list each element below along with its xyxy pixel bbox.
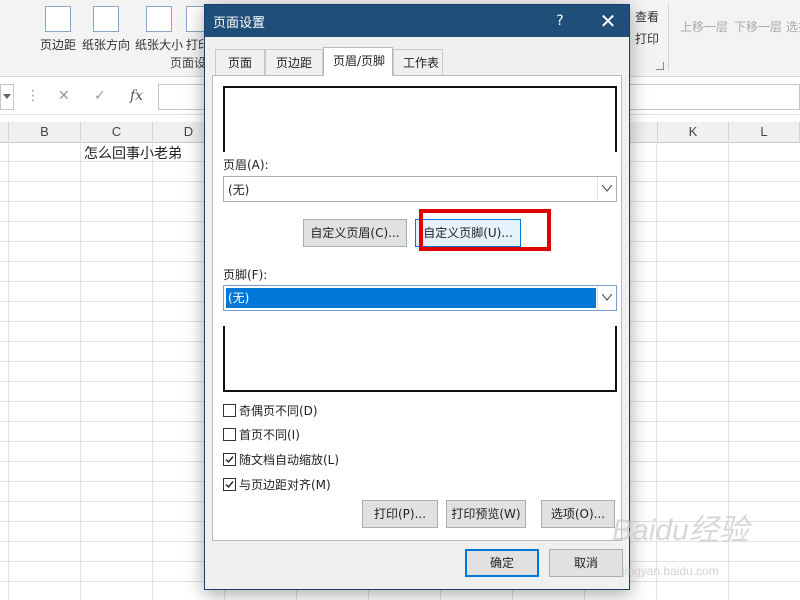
enter-icon[interactable]: ✓	[94, 88, 106, 104]
header-footer-panel: 页眉(A): (无) 自定义页眉(C)... 自定义页脚(U)... 页脚(F)…	[212, 75, 622, 541]
paper-size-icon	[146, 6, 172, 32]
ok-button[interactable]: 确定	[465, 549, 539, 577]
page-setup-group-label: 页面设置	[170, 56, 206, 70]
ribbon-separator	[668, 4, 669, 70]
watermark-logo: Baidu经验	[612, 514, 749, 547]
checkbox-label: 与页边距对齐(M)	[239, 478, 331, 492]
send-backward-button[interactable]: 下移一层	[732, 18, 784, 78]
header-select[interactable]: (无)	[223, 176, 617, 202]
bring-forward-button[interactable]: 上移一层	[678, 18, 730, 78]
checkbox-box[interactable]	[223, 453, 236, 466]
checkbox-label: 首页不同(I)	[239, 428, 300, 442]
footer-preview	[223, 326, 617, 392]
checkmark-icon	[225, 456, 234, 464]
name-box[interactable]	[0, 84, 14, 110]
insert-function-icon[interactable]: fx	[130, 88, 143, 104]
select-all-corner[interactable]	[0, 122, 9, 142]
header-label: 页眉(A):	[223, 158, 269, 172]
tab-sheet[interactable]: 工作表	[393, 49, 443, 75]
options-button[interactable]: 选项(O)...	[541, 500, 615, 528]
column-header-k[interactable]: K	[657, 122, 729, 142]
orientation-icon	[93, 6, 119, 32]
tab-margins[interactable]: 页边距	[265, 49, 323, 75]
header-dropdown-arrow[interactable]	[597, 177, 616, 201]
column-header-l[interactable]: L	[729, 122, 800, 142]
checkmark-icon	[225, 481, 234, 489]
header-select-value: (无)	[228, 183, 250, 197]
more-icon: ⋮	[26, 88, 40, 104]
cancel-button[interactable]: 取消	[549, 549, 623, 577]
watermark-url: jingyan.baidu.com	[622, 564, 719, 578]
tab-page[interactable]: 页面	[215, 49, 265, 75]
red-highlight-box	[419, 209, 551, 251]
dialog-launcher-icon[interactable]	[656, 62, 664, 70]
column-header-c[interactable]: C	[81, 122, 153, 142]
orientation-button[interactable]: 纸张方向	[80, 4, 132, 64]
dialog-title: 页面设置	[213, 16, 266, 31]
checkbox-box[interactable]	[223, 404, 236, 417]
chevron-down-icon	[602, 185, 612, 192]
header-preview	[223, 86, 617, 152]
footer-select-value: (无)	[226, 288, 596, 308]
custom-header-button[interactable]: 自定义页眉(C)...	[303, 219, 407, 247]
print-titles-button[interactable]: 打印	[632, 30, 662, 90]
checkbox-label: 随文档自动缩放(L)	[239, 453, 340, 467]
margins-icon	[45, 6, 71, 32]
checkbox-box[interactable]	[223, 428, 236, 441]
cell-c2-text: 怎么回事小老弟	[84, 146, 182, 162]
margins-button[interactable]: 页边距	[36, 4, 80, 64]
dialog-title-bar[interactable]: 页面设置 ? ✕	[205, 5, 629, 37]
help-button[interactable]: ?	[545, 10, 575, 32]
column-header-b[interactable]: B	[9, 122, 81, 142]
close-button[interactable]: ✕	[593, 9, 623, 33]
footer-select[interactable]: (无)	[223, 285, 617, 311]
print-button[interactable]: 打印(P)...	[362, 500, 438, 528]
checkbox-label: 奇偶页不同(D)	[239, 404, 318, 418]
chevron-down-icon	[3, 94, 11, 99]
checkbox-box[interactable]	[223, 478, 236, 491]
cancel-icon[interactable]: ✕	[58, 88, 70, 104]
footer-label: 页脚(F):	[223, 268, 268, 282]
page-setup-dialog: 页面设置 ? ✕ 页面 页边距 页眉/页脚 工作表 页眉(A): (无) 自定义…	[204, 4, 630, 590]
selection-pane-button[interactable]: 选择	[786, 18, 800, 78]
chevron-down-icon	[602, 294, 612, 301]
tab-header-footer[interactable]: 页眉/页脚	[323, 47, 393, 76]
footer-dropdown-arrow[interactable]	[597, 286, 616, 310]
print-preview-button[interactable]: 打印预览(W)	[446, 500, 526, 528]
